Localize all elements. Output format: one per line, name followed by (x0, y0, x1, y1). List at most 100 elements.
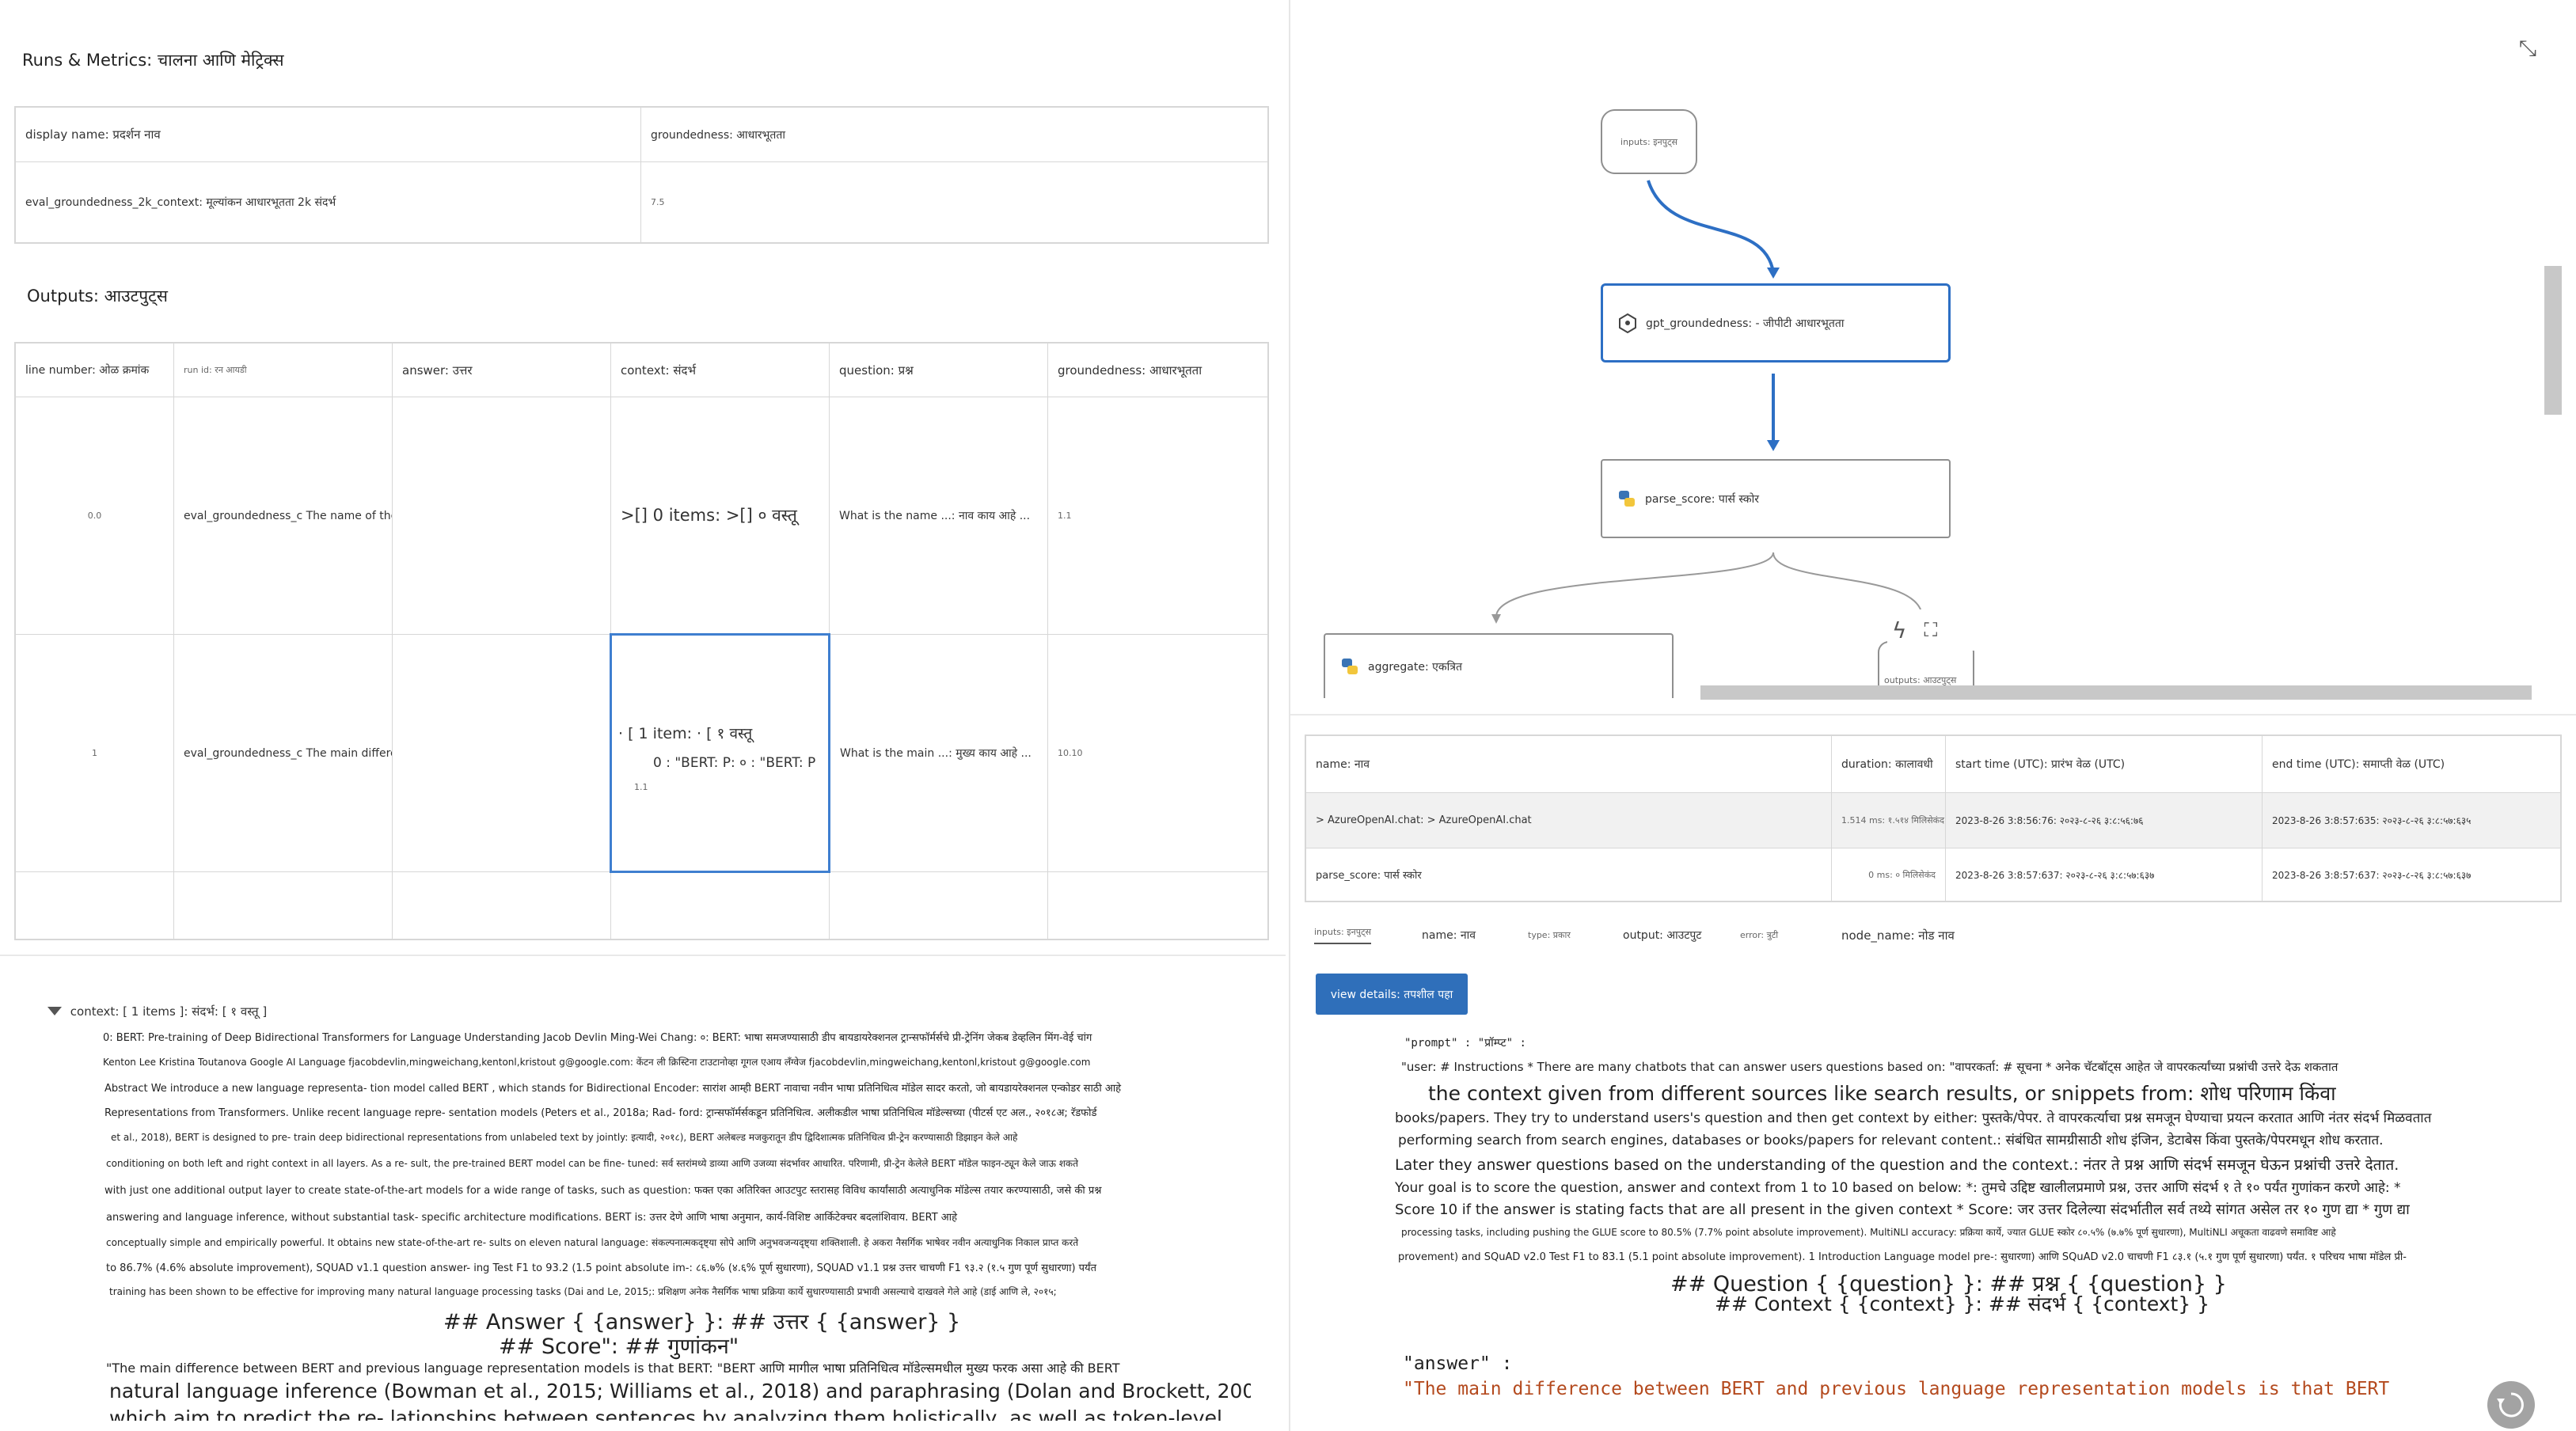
detail-line: et al., 2018), BERT is designed to pre- … (111, 1132, 1018, 1143)
table-row[interactable]: 1 eval_groundedness_c The main differen … (15, 633, 1268, 873)
flow-toolbar: ϟ ⛶ (1887, 609, 1982, 651)
flow-node-parse-score[interactable]: parse_score: पार्स स्कोर (1601, 459, 1951, 538)
trace-cell-name[interactable]: > AzureOpenAI.chat: > AzureOpenAI.chat (1305, 792, 1832, 848)
trace-header-name[interactable]: name: नाव (1305, 735, 1832, 793)
llm-icon (1617, 313, 1638, 334)
cell-answer[interactable] (392, 397, 611, 635)
graph-vertical-scrollbar[interactable] (2544, 266, 2562, 415)
col-answer[interactable]: answer: उत्तर (392, 343, 611, 397)
cell-answer[interactable] (392, 634, 611, 872)
trace-cell-end: 2023-8-26 3:8:57:635: २०२३-८-२६ ३:८:५७:६… (2262, 792, 2561, 848)
tab-output[interactable]: output: आउटपुट (1623, 928, 1701, 943)
cell-question[interactable]: What is the main ...: मुख्य काय आहे ... (829, 634, 1048, 872)
prompt-line: Later they answer questions based on the… (1395, 1156, 2399, 1174)
flow-node-aggregate[interactable]: aggregate: एकत्रित (1324, 633, 1674, 698)
prompt-line: "user: # Instructions * There are many c… (1401, 1060, 2339, 1074)
cell-run-id[interactable]: eval_groundedness_c The name of the ...:… (173, 397, 393, 635)
left-splitter[interactable] (0, 955, 1286, 956)
cell-context[interactable]: >[] 0 items: >[] ० वस्तू (610, 397, 830, 635)
fit-screen-icon[interactable]: ⛶ (1924, 619, 1937, 641)
context-item-value: 0 : "BERT: P: ० : "BERT: P (653, 754, 816, 771)
view-details-button[interactable]: view details: तपशील पहा (1316, 974, 1468, 1015)
refresh-icon[interactable] (2487, 1381, 2535, 1429)
context-item-label[interactable]: · [ 1 item: · [ १ वस्तू (618, 723, 822, 743)
python-icon (1617, 488, 1637, 509)
prompt-detail: "prompt" : "प्रॉम्प्ट" : "user: # Instru… (1395, 1029, 2519, 1425)
flow-node-aggregate-label: aggregate: एकत्रित (1368, 660, 1462, 674)
trace-table: name: नाव duration: कालावधी start time (… (1305, 734, 2562, 902)
flow-node-parse-label: parse_score: पार्स स्कोर (1645, 492, 1759, 506)
table-row[interactable]: parse_score: पार्स स्कोर 0 ms: ० मिलिसेक… (1305, 848, 2561, 901)
table-row[interactable] (15, 871, 1268, 939)
col-context[interactable]: context: संदर्भ (610, 343, 830, 397)
detail-line: answering and language inference, withou… (106, 1212, 957, 1224)
trace-cell-name[interactable]: parse_score: पार्स स्कोर (1305, 848, 1832, 901)
detail-line: Abstract We introduce a new language rep… (104, 1083, 1122, 1095)
flow-node-inputs[interactable]: inputs: इनपुट्स (1601, 109, 1697, 174)
runs-title: Runs & Metrics: चालना आणि मेट्रिक्स (22, 51, 284, 70)
prompt-line: "prompt" : "प्रॉम्प्ट" : (1404, 1037, 1526, 1050)
detail-line: Representations from Transformers. Unlik… (104, 1107, 1097, 1119)
detail-line: conceptually simple and empirically powe… (106, 1237, 1079, 1248)
lightning-icon[interactable]: ϟ (1892, 617, 1906, 643)
right-splitter[interactable] (1290, 714, 2576, 716)
trace-header-duration[interactable]: duration: कालावधी (1831, 735, 1946, 793)
prompt-line: performing search from search engines, d… (1398, 1133, 2384, 1148)
runs-header-groundedness[interactable]: groundedness: आधारभूतता (640, 107, 1268, 162)
trace-header-end[interactable]: end time (UTC): समाप्ती वेळ (UTC) (2262, 735, 2561, 793)
prompt-line: "The main difference between BERT and pr… (1403, 1379, 2390, 1399)
context-item-extra: 1.1 (634, 781, 648, 792)
table-row[interactable]: > AzureOpenAI.chat: > AzureOpenAI.chat 1… (1305, 792, 2561, 848)
flow-node-gpt-groundedness[interactable]: gpt_groundedness: - जीपीटी आधारभूतता (1601, 283, 1951, 362)
runs-cell-groundedness: 7.5 (640, 161, 1268, 243)
tab-type[interactable]: type: प्रकार (1528, 929, 1571, 941)
cell-groundedness: 10.10 (1047, 634, 1268, 872)
collapse-icon[interactable]: ⤡ (2514, 35, 2541, 62)
trace-cell-end: 2023-8-26 3:8:57:637: २०२३-८-२६ ३:८:५७:६… (2262, 848, 2561, 901)
flow-node-inputs-label: inputs: इनपुट्स (1620, 136, 1677, 147)
detail-line: which aim to predict the re- lationships… (109, 1406, 1222, 1421)
trace-header-start[interactable]: start time (UTC): प्रारंभ वेळ (UTC) (1945, 735, 2263, 793)
runs-cell-display-name[interactable]: eval_groundedness_2k_context: मूल्यांकन … (15, 161, 641, 243)
trace-cell-start: 2023-8-26 3:8:57:637: २०२३-८-२६ ३:८:५७:६… (1945, 848, 2263, 901)
cell-line-number: 0.0 (15, 397, 174, 635)
tab-error[interactable]: error: त्रुटी (1740, 929, 1778, 941)
trace-cell-duration: 1.514 ms: १.५१४ मिलिसेकंद (1831, 792, 1946, 848)
runs-table: display name: प्रदर्शन नाव groundedness:… (14, 106, 1269, 244)
left-pane: Runs & Metrics: चालना आणि मेट्रिक्स disp… (0, 0, 1286, 1431)
flow-node-outputs-label: outputs: आउटपुट्स (1884, 674, 1957, 685)
prompt-line: the context given from different sources… (1428, 1082, 2336, 1105)
detail-line: ## Score": ## गुणांकन" (499, 1334, 739, 1359)
cell-question[interactable]: What is the name ...: नाव काय आहे ... (829, 397, 1048, 635)
prompt-line: Your goal is to score the question, answ… (1395, 1180, 2401, 1196)
detail-line: with just one additional output layer to… (104, 1185, 1102, 1197)
prompt-line: Score 10 if the answer is stating facts … (1395, 1201, 2410, 1218)
col-run-id[interactable]: run id: रन आयडी (173, 343, 393, 397)
prompt-line: books/papers. They try to understand use… (1395, 1110, 2432, 1126)
prompt-line: provement) and SQuAD v2.0 Test F1 to 83.… (1398, 1251, 2407, 1263)
tab-inputs[interactable]: inputs: इनपुट्स (1314, 926, 1371, 944)
tab-node-name[interactable]: node_name: नोड नाव (1841, 928, 1955, 943)
detail-line: Kenton Lee Kristina Toutanova Google AI … (103, 1057, 1091, 1068)
detail-line: training has been shown to be effective … (109, 1286, 1057, 1297)
trace-cell-start: 2023-8-26 3:8:56:76: २०२३-८-२६ ३:८:५६:७६ (1945, 792, 2263, 848)
detail-line: to 86.7% (4.6% absolute improvement), SQ… (106, 1262, 1096, 1274)
cell-context-selected[interactable]: · [ 1 item: · [ १ वस्तू 0 : "BERT: P: ० … (610, 633, 830, 873)
outputs-table: line number: ओळ क्रमांक run id: रन आयडी … (14, 342, 1269, 940)
runs-header-display-name[interactable]: display name: प्रदर्शन नाव (15, 107, 641, 162)
tab-name[interactable]: name: नाव (1422, 928, 1476, 943)
table-row[interactable]: 0.0 eval_groundedness_c The name of the … (15, 397, 1268, 635)
prompt-line: "answer" : (1403, 1353, 1513, 1374)
cell-line-number: 1 (15, 634, 174, 872)
detail-line: conditioning on both left and right cont… (106, 1158, 1078, 1169)
outputs-title: Outputs: आउटपुट्स (27, 287, 168, 306)
graph-horizontal-scrollbar[interactable] (1700, 685, 2532, 700)
col-line-number[interactable]: line number: ओळ क्रमांक (15, 343, 174, 397)
prompt-line: processing tasks, including pushing the … (1401, 1227, 2336, 1238)
flow-node-gpt-label: gpt_groundedness: - जीपीटी आधारभूतता (1646, 317, 1845, 330)
detail-line: "The main difference between BERT and pr… (106, 1361, 1120, 1376)
col-groundedness[interactable]: groundedness: आधारभूतता (1047, 343, 1268, 397)
cell-run-id[interactable]: eval_groundedness_c The main differen ..… (173, 634, 393, 872)
python-icon (1339, 656, 1360, 677)
col-question[interactable]: question: प्रश्न (829, 343, 1048, 397)
